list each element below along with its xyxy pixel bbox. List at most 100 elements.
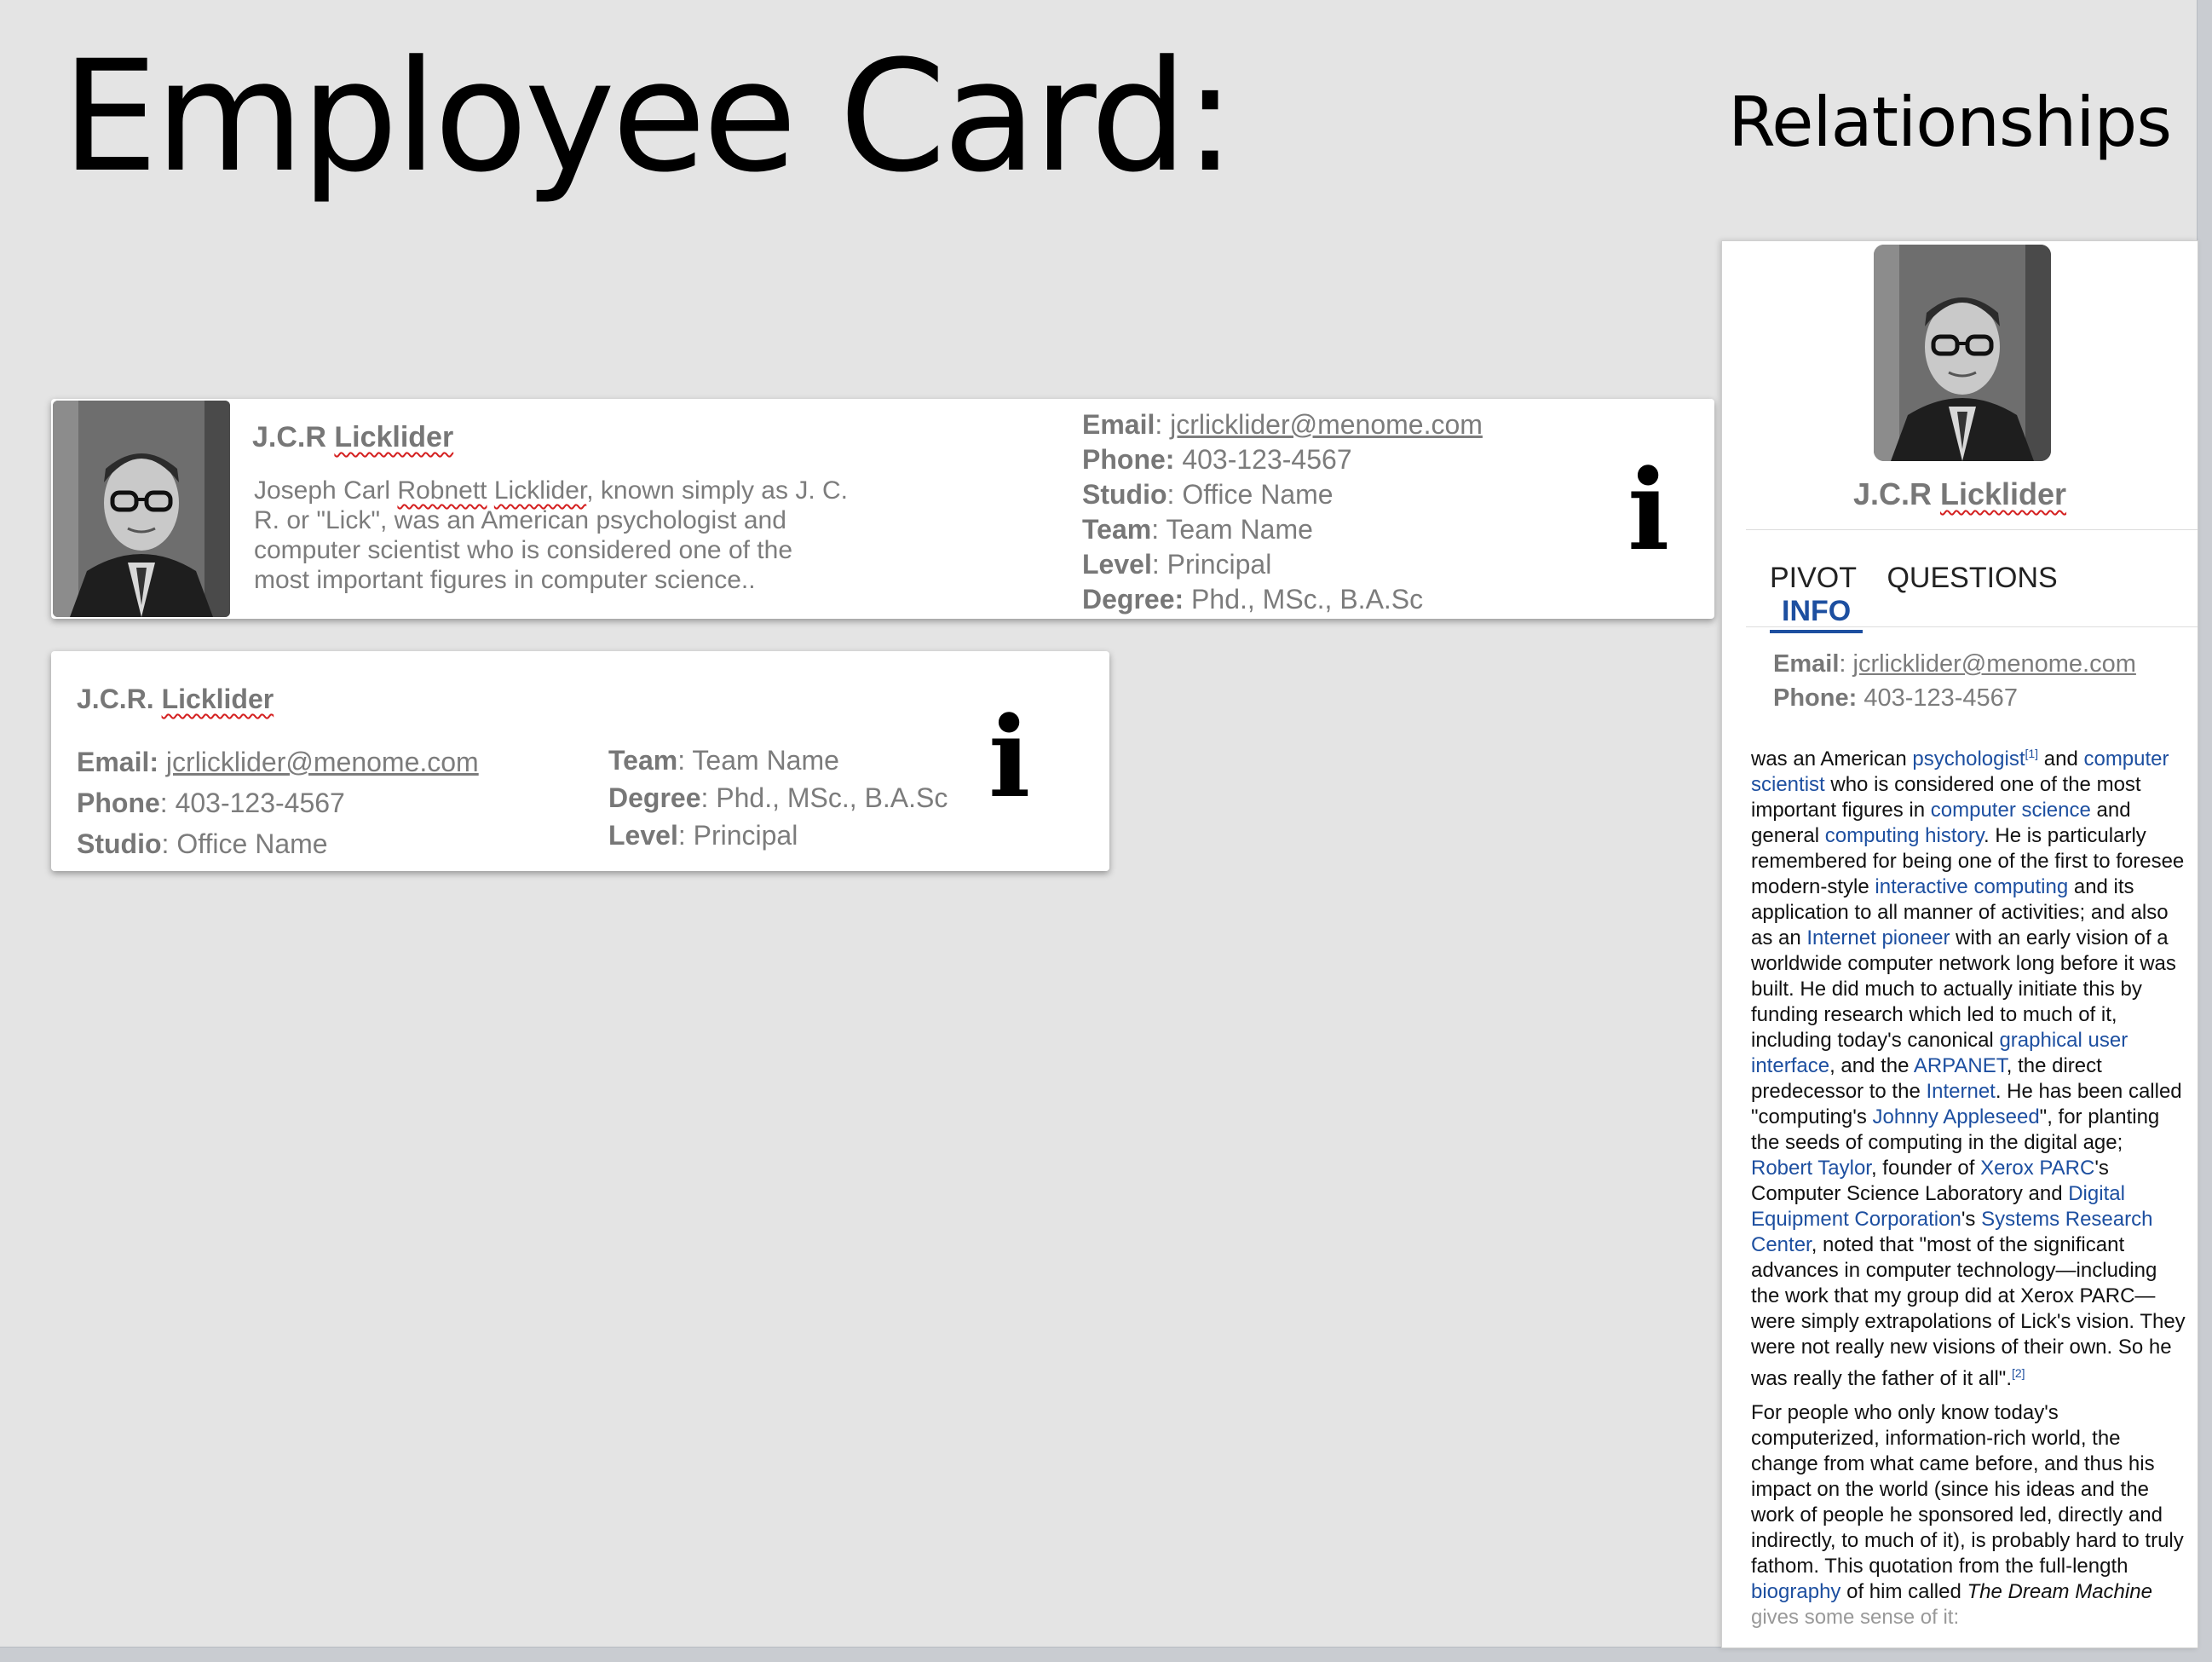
article-link[interactable]: computing history [1825, 824, 1984, 847]
degree-label: Degree: [1082, 584, 1184, 615]
name-last: Licklider [1939, 476, 2067, 511]
employee-fields: Email: jcrlicklider@menome.com Phone: 40… [1082, 407, 1483, 617]
team-value: Team Name [692, 745, 839, 776]
degree-row: Degree: Phd., MSc., B.A.Sc [608, 782, 948, 813]
bio-text: Licklider [493, 476, 587, 505]
article-link[interactable]: computer science [1931, 799, 2091, 822]
article-link[interactable]: Xerox PARC [1980, 1157, 2094, 1180]
article-text: gives some sense of it: [1751, 1606, 1960, 1629]
employee-card-full[interactable]: J.C.R Licklider Joseph Carl Robnett Lick… [51, 399, 1714, 619]
phone-label: Phone: [1082, 444, 1175, 475]
team-label: Team [608, 745, 678, 776]
email-link[interactable]: jcrlicklider@menome.com [166, 747, 479, 777]
degree-value: Phd., MSc., B.A.Sc [1191, 584, 1424, 615]
level-label: Level [608, 820, 678, 851]
email-link[interactable]: jcrlicklider@menome.com [1170, 409, 1483, 440]
phone-row: Phone: 403-123-4567 [1773, 681, 2136, 715]
divider [1746, 529, 2198, 530]
article-link[interactable]: interactive computing [1875, 875, 2068, 898]
studio-label: Studio [1082, 479, 1167, 510]
degree-value: Phd., MSc., B.A.Sc [716, 782, 948, 813]
article-link[interactable]: ARPANET [1914, 1054, 2007, 1077]
level-row: Level: Principal [608, 820, 798, 851]
panel-employee-name: J.C.R Licklider [1722, 476, 2198, 512]
employee-bio: Joseph Carl Robnett Licklider, known sim… [254, 476, 850, 595]
article-text: , noted that "most of the significant ad… [1751, 1233, 2186, 1390]
studio-label: Studio [77, 828, 162, 859]
email-link[interactable]: jcrlicklider@menome.com [1853, 650, 2136, 678]
phone-value: 403-123-4567 [1863, 684, 2018, 712]
studio-value: Office Name [176, 828, 328, 859]
email-row: Email: jcrlicklider@menome.com [1082, 409, 1483, 440]
article-paragraph: was an American psychologist[1] and comp… [1751, 741, 2186, 1392]
employee-name: J.C.R Licklider [252, 421, 453, 454]
level-label: Level [1082, 549, 1152, 580]
email-row: Email: jcrlicklider@menome.com [1773, 650, 2136, 678]
phone-value: 403-123-4567 [1182, 444, 1352, 475]
article-link[interactable]: Internet [1926, 1080, 1995, 1103]
article-text: was an American [1751, 747, 1913, 770]
employee-card-compact[interactable]: J.C.R. Licklider Email: jcrlicklider@men… [51, 651, 1109, 871]
panel-contact: Email: jcrlicklider@menome.com Phone: 40… [1773, 647, 2136, 715]
studio-value: Office Name [1182, 479, 1334, 510]
article-link[interactable]: psychologist [1912, 747, 2025, 770]
email-label: Email [1773, 650, 1840, 678]
team-label: Team [1082, 514, 1152, 545]
article-text: and [2038, 747, 2084, 770]
name-last: Licklider [334, 421, 454, 453]
bio-text: Joseph Carl [254, 476, 398, 505]
article-text: For people who only know today's compute… [1751, 1401, 2184, 1578]
team-row: Team: Team Name [608, 745, 839, 776]
article-italic: The Dream Machine [1967, 1580, 2152, 1603]
tab-info[interactable]: INFO [1770, 595, 1863, 633]
degree-row: Degree: Phd., MSc., B.A.Sc [1082, 582, 1483, 617]
article-link[interactable]: Johnny Appleseed [1873, 1105, 2040, 1128]
article-link[interactable]: Robert Taylor [1751, 1157, 1871, 1180]
email-label: Email [1082, 409, 1155, 440]
level-value: Principal [1166, 549, 1272, 580]
team-value: Team Name [1166, 514, 1313, 545]
article-paragraph: For people who only know today's compute… [1751, 1400, 2186, 1630]
citation[interactable]: [1] [2025, 747, 2039, 760]
phone-label: Phone [77, 788, 160, 818]
bio-text [487, 476, 494, 505]
studio-row: Studio: Office Name [77, 828, 328, 859]
name-first: J.C.R [252, 421, 335, 453]
info-icon[interactable]: i [988, 702, 1030, 813]
panel-tabs: PIVOT QUESTIONS INFO [1770, 562, 2198, 633]
tab-questions[interactable]: QUESTIONS [1887, 562, 2057, 595]
bio-text: Robnett [397, 476, 487, 505]
slide: Employee Card: Relationships J.C.R Lickl… [0, 0, 2198, 1648]
phone-label: Phone: [1773, 684, 1858, 712]
citation[interactable]: [2] [2012, 1366, 2025, 1380]
article-text: , founder of [1870, 1157, 1981, 1180]
email-row: Email: jcrlicklider@menome.com [77, 742, 479, 782]
fields-column-right: Team: Team Name Degree: Phd., MSc., B.A.… [608, 742, 948, 854]
name-first: J.C.R [1852, 476, 1940, 511]
portrait-photo [1874, 245, 2051, 461]
phone-row: Phone: 403-123-4567 [1082, 442, 1483, 477]
info-icon[interactable]: i [1627, 455, 1669, 566]
article-text: 's [1961, 1208, 1982, 1231]
tab-pivot[interactable]: PIVOT [1770, 562, 1857, 595]
info-article: was an American psychologist[1] and comp… [1751, 741, 2186, 1639]
phone-row: Phone: 403-123-4567 [77, 788, 345, 818]
level-value: Principal [693, 820, 798, 851]
name-last: Licklider [161, 684, 274, 714]
level-row: Level: Principal [1082, 549, 1272, 580]
phone-value: 403-123-4567 [175, 788, 345, 818]
slide-subtitle: Relationships [1728, 83, 2172, 162]
article-text: of him called [1840, 1580, 1967, 1603]
fields-column-left: Email: jcrlicklider@menome.com Phone: 40… [77, 742, 479, 864]
article-link[interactable]: Internet pioneer [1806, 926, 1950, 949]
slide-title: Employee Card: [61, 28, 1236, 206]
name-first: J.C.R. [77, 684, 162, 714]
employee-name: J.C.R. Licklider [77, 684, 274, 715]
degree-label: Degree [608, 782, 701, 813]
article-link[interactable]: biography [1751, 1580, 1840, 1603]
portrait-photo [53, 401, 230, 617]
relationships-panel: J.C.R Licklider PIVOT QUESTIONS INFO Ema… [1721, 240, 2198, 1648]
studio-row: Studio: Office Name [1082, 479, 1334, 510]
article-text: , and the [1829, 1054, 1914, 1077]
divider [1746, 626, 2198, 627]
